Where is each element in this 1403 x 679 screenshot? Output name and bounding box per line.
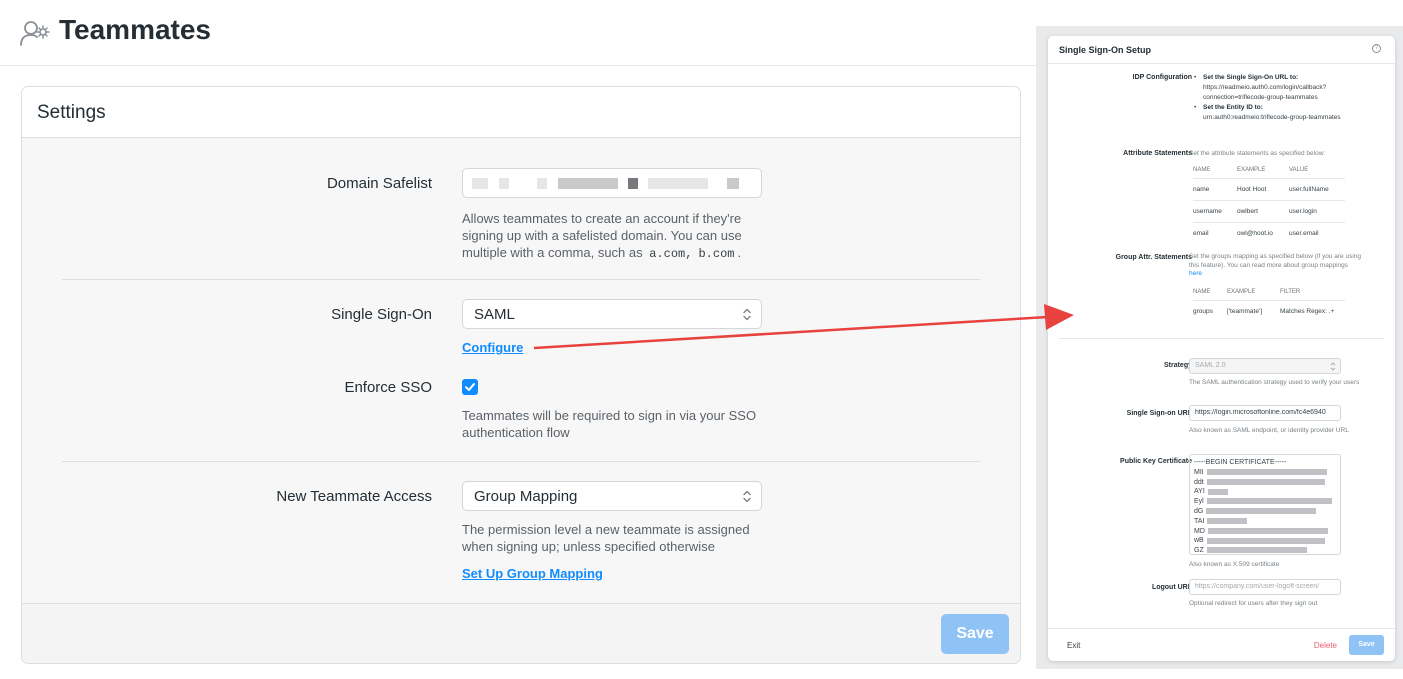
section-divider	[62, 461, 980, 462]
users-gear-icon	[20, 21, 50, 46]
configure-link[interactable]: Configure	[462, 340, 523, 355]
sso-url-help: Also known as SAML endpoint, or identity…	[1189, 427, 1349, 434]
group-attr-table: NAME EXAMPLE FILTER groups ['teammate'] …	[1193, 284, 1345, 322]
attribute-statements-intro: Set the attribute statements as specifie…	[1189, 150, 1326, 157]
redacted-text	[472, 178, 488, 189]
delete-button[interactable]: Delete	[1314, 641, 1337, 650]
domain-safelist-input[interactable]	[462, 168, 762, 198]
enforce-sso-label: Enforce SSO	[344, 379, 432, 396]
redacted-text	[628, 178, 638, 189]
example-domain: a.com,	[649, 247, 693, 261]
exit-button[interactable]: Exit	[1067, 641, 1080, 650]
section-divider	[62, 279, 980, 280]
idp-config-label: IDP Configuration	[1132, 74, 1192, 81]
idp-config-list: Set the Single Sign-On URL to:https://re…	[1189, 73, 1361, 123]
settings-footer: Save	[22, 603, 1020, 663]
save-button[interactable]: Save	[941, 614, 1009, 654]
sso-select[interactable]: SAML	[462, 299, 762, 329]
table-row: email owl@hoot.io user.email	[1193, 221, 1345, 244]
table-header: NAME EXAMPLE VALUE	[1193, 166, 1309, 173]
table-row: groups ['teammate'] Matches Regex: .+	[1193, 299, 1345, 322]
sso-panel-footer: Exit Delete Save	[1048, 628, 1395, 661]
attribute-statements-label: Attribute Statements	[1123, 150, 1192, 157]
table-row: name Hoot Hoot user.fullName	[1193, 177, 1345, 200]
chevron-updown-icon	[1330, 362, 1336, 371]
teammate-access-select[interactable]: Group Mapping	[462, 481, 762, 511]
page-title: Teammates	[59, 14, 212, 45]
group-attr-intro: Set the groups mapping as specified belo…	[1189, 253, 1361, 277]
chevron-updown-icon	[743, 490, 751, 503]
domain-safelist-help: Allows teammates to create an account if…	[462, 211, 742, 261]
logout-url-label: Logout URL	[1151, 584, 1192, 591]
logout-url-input[interactable]: https://company.com/user-logoff-screen/	[1189, 579, 1341, 595]
group-attr-label: Group Attr. Statements	[1115, 254, 1192, 261]
sso-setup-panel: Single Sign-On Setup ? IDP Configuration…	[1048, 36, 1395, 661]
group-mapping-link[interactable]: Set Up Group Mapping	[462, 566, 603, 581]
checkmark-icon	[465, 383, 475, 391]
enforce-sso-checkbox[interactable]	[462, 379, 478, 395]
certificate-textarea[interactable]: -----BEGIN CERTIFICATE----- MII ddt AYI …	[1189, 454, 1341, 555]
strategy-label: Strategy	[1163, 362, 1192, 369]
sso-url-label: Single Sign-on URL	[1126, 410, 1192, 417]
certificate-label: Public Key Certificate	[1120, 458, 1192, 465]
attribute-table: NAME EXAMPLE VALUE name Hoot Hoot user.f…	[1193, 162, 1345, 244]
page-header: Teammates	[0, 0, 1036, 66]
table-row: username owlbert user.login	[1193, 199, 1345, 222]
sso-panel-title: Single Sign-On Setup	[1059, 45, 1151, 55]
sso-save-button[interactable]: Save	[1349, 635, 1384, 655]
table-header: NAME EXAMPLE FILTER	[1193, 288, 1301, 295]
redacted-text	[558, 178, 618, 189]
chevron-updown-icon	[743, 308, 751, 321]
enforce-sso-help: Teammates will be required to sign in vi…	[462, 408, 757, 440]
teammate-access-value: Group Mapping	[474, 488, 578, 505]
certificate-help: Also known as X.509 certificate	[1189, 561, 1280, 568]
sso-panel-header: Single Sign-On Setup ?	[1048, 36, 1395, 64]
settings-card-header: Settings	[22, 87, 1020, 138]
teammate-access-help: The permission level a new teammate is a…	[462, 522, 750, 554]
redacted-text	[499, 178, 509, 189]
redacted-text	[537, 178, 547, 189]
settings-card: Settings Domain Safelist Allows teammate…	[21, 86, 1021, 664]
teammate-access-label: New Teammate Access	[276, 488, 432, 505]
sso-url-input[interactable]: https://login.microsoftonline.com/fc4e69…	[1189, 405, 1341, 421]
redacted-text	[727, 178, 739, 189]
settings-title: Settings	[37, 102, 106, 123]
help-icon[interactable]: ?	[1372, 44, 1381, 53]
strategy-select[interactable]: SAML 2.0	[1189, 358, 1341, 374]
strategy-help: The SAML authentication strategy used to…	[1189, 379, 1360, 386]
sso-label: Single Sign-On	[331, 306, 432, 323]
domain-safelist-label: Domain Safelist	[326, 175, 432, 192]
redacted-text	[648, 178, 708, 189]
example-domain: b.com	[698, 247, 735, 261]
logout-url-help: Optional redirect for users after they s…	[1189, 600, 1318, 607]
group-mappings-link[interactable]: here	[1189, 270, 1202, 277]
sso-select-value: SAML	[474, 306, 515, 323]
section-divider	[1059, 338, 1384, 339]
